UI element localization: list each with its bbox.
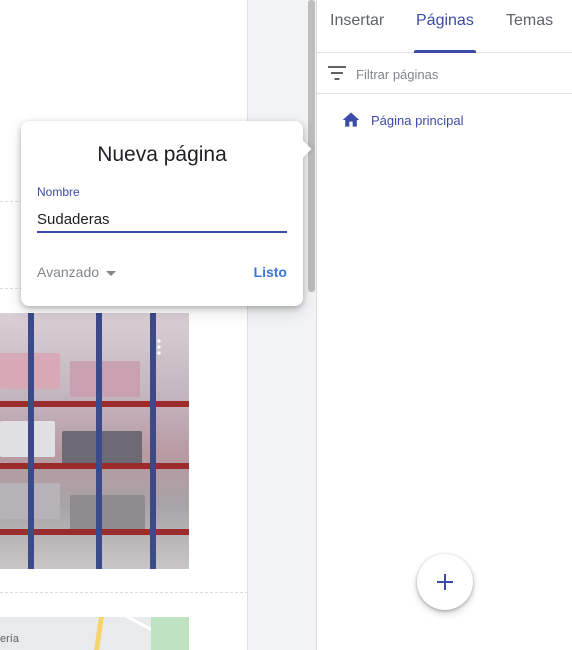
map-road — [93, 617, 104, 650]
image-detail — [150, 313, 156, 569]
plus-icon — [437, 574, 453, 590]
add-page-button[interactable] — [417, 554, 473, 610]
page-item-label: Página principal — [371, 112, 464, 128]
more-options-icon[interactable] — [157, 339, 161, 355]
section-divider — [0, 592, 247, 593]
done-button[interactable]: Listo — [254, 264, 287, 280]
map-park — [151, 617, 189, 650]
sidebar-panel: Insertar Páginas Temas Página principal — [316, 0, 572, 650]
filter-icon — [328, 66, 346, 80]
filter-pages-input[interactable] — [356, 62, 556, 86]
map-embed[interactable]: ería — [0, 617, 189, 650]
image-detail — [28, 313, 34, 569]
image-detail — [70, 495, 145, 531]
dialog-title: Nueva página — [97, 143, 227, 166]
chevron-down-icon — [106, 270, 117, 276]
image-detail — [62, 431, 142, 467]
new-page-dialog: Nueva página Nombre Avanzado Listo — [21, 121, 303, 306]
image-detail — [96, 313, 102, 569]
tab-bar: Insertar Páginas Temas — [317, 0, 572, 53]
home-icon — [342, 112, 360, 127]
tab-paginas[interactable]: Páginas — [414, 12, 476, 53]
advanced-dropdown[interactable]: Avanzado — [37, 264, 117, 280]
advanced-label: Avanzado — [37, 264, 100, 280]
editor-canvas: ería — [0, 0, 248, 650]
name-field-label: Nombre — [37, 185, 80, 199]
map-label: ería — [0, 633, 19, 645]
warehouse-image[interactable] — [0, 313, 189, 569]
image-detail — [70, 361, 140, 397]
page-filter — [317, 53, 572, 94]
page-name-input[interactable] — [37, 207, 287, 233]
page-item-home[interactable]: Página principal — [341, 107, 464, 133]
tab-temas[interactable]: Temas — [506, 12, 553, 53]
tab-insertar[interactable]: Insertar — [330, 12, 384, 53]
